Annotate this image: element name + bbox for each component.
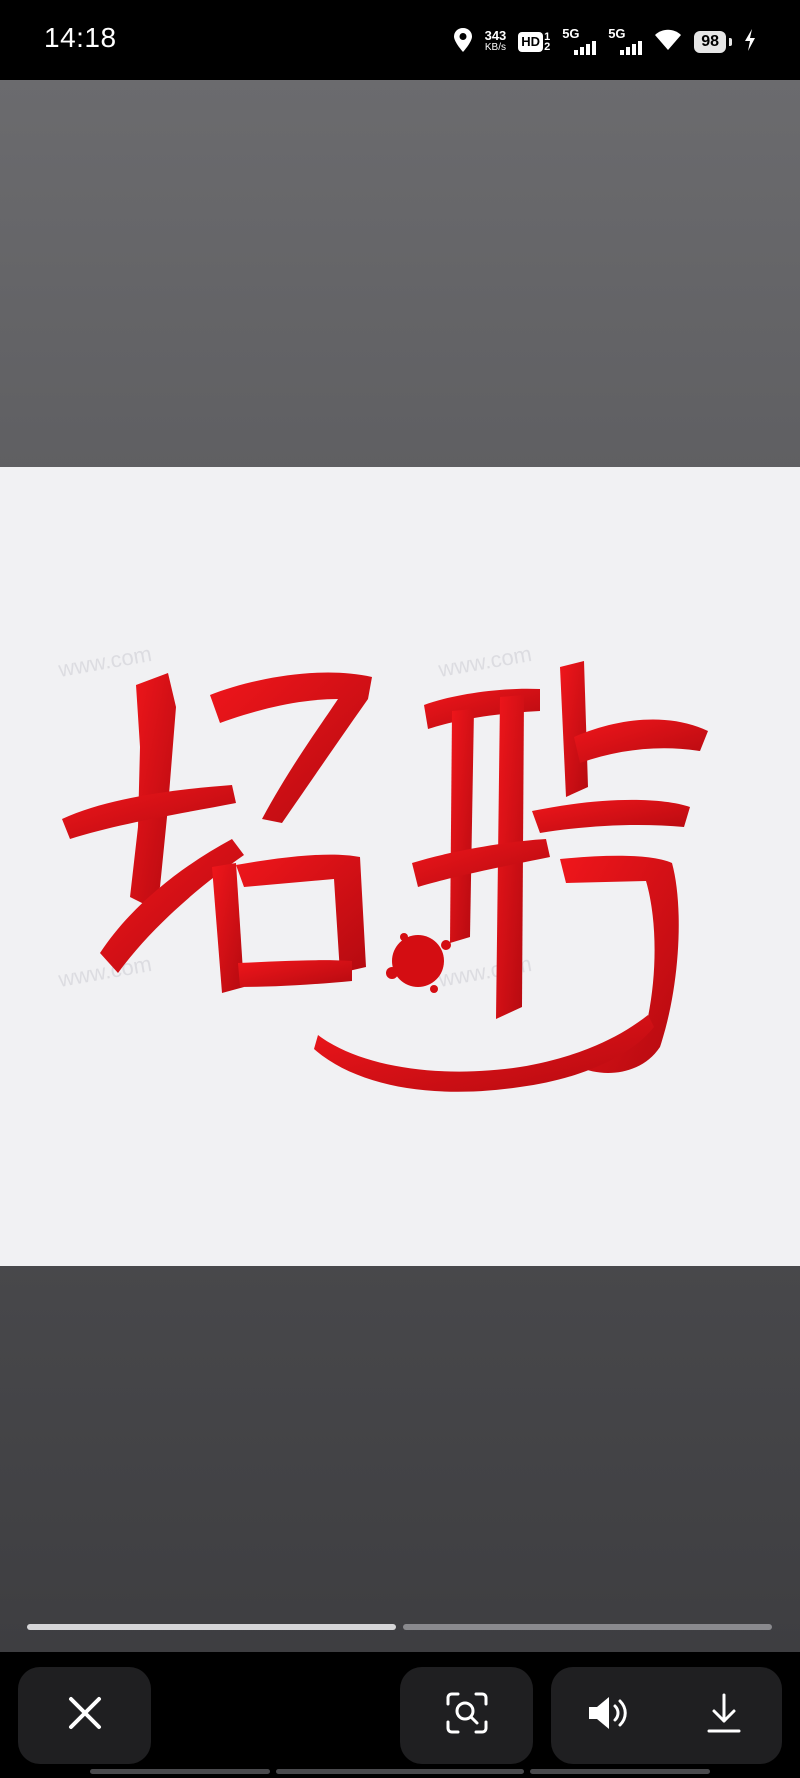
sim1-signal-icon: 5G: [562, 26, 597, 57]
wifi-icon: [654, 29, 682, 56]
network-speed-value: 343: [484, 28, 507, 43]
calligraphy-char-pin: [412, 661, 708, 1073]
image-search-button[interactable]: [400, 1667, 533, 1764]
story-image[interactable]: www.com www.com www.com www.com: [0, 467, 800, 1266]
brush-sweep: [314, 1015, 654, 1092]
close-icon: [68, 1696, 102, 1735]
speaker-icon: [587, 1694, 631, 1737]
hd-voice-badge: HD 1 2: [518, 32, 551, 53]
battery-indicator: 98: [694, 31, 732, 53]
story-progress-segment-2: [403, 1624, 772, 1630]
media-actions-group: [551, 1667, 782, 1764]
recruitment-calligraphy-image: www.com www.com www.com www.com: [56, 641, 708, 1092]
bottom-toolbar: [0, 1652, 800, 1778]
nav-indicator-left: [90, 1769, 270, 1774]
sound-button[interactable]: [564, 1667, 654, 1764]
status-icons: 343 KB/s HD 1 2 5G 5G 98: [453, 24, 756, 60]
battery-level: 98: [694, 31, 726, 53]
hd-sim-bottom: 2: [544, 41, 551, 53]
screen: 14:18 343 KB/s HD 1 2 5G 5G 98 www.com w…: [0, 0, 800, 1778]
status-bar: 14:18 343 KB/s HD 1 2 5G 5G 98: [0, 0, 800, 80]
download-button[interactable]: [679, 1667, 769, 1764]
story-progress-segment-1: [27, 1624, 396, 1630]
download-icon: [707, 1693, 741, 1738]
close-button[interactable]: [18, 1667, 151, 1764]
location-icon: [453, 27, 473, 58]
nav-indicator-center: [276, 1769, 524, 1774]
svg-text:www.com: www.com: [436, 641, 534, 682]
hd-label: HD: [518, 32, 544, 52]
status-time: 14:18: [44, 22, 117, 53]
network-speed-unit: KB/s: [484, 42, 506, 53]
watermark: www.com: [56, 641, 154, 682]
charging-icon: [744, 28, 756, 56]
sim2-signal-icon: 5G: [608, 26, 643, 57]
nav-indicator-right: [530, 1769, 710, 1774]
ink-dot: [392, 935, 444, 987]
image-search-icon: [446, 1692, 488, 1739]
image-viewer[interactable]: www.com www.com www.com www.com: [0, 80, 800, 1652]
sim1-network-type: 5G: [562, 26, 580, 41]
network-speed: 343 KB/s: [484, 28, 507, 54]
sim2-network-type: 5G: [608, 26, 626, 41]
calligraphy-char-zhao: [62, 672, 372, 993]
